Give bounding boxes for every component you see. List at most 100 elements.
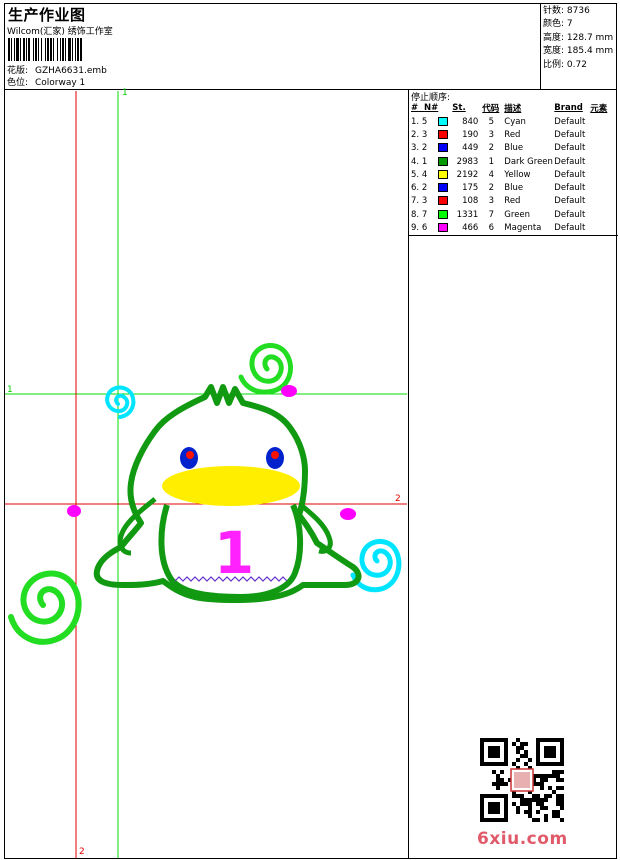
stats-box: 针数: 8736 颜色: 7 高度: 128.7 mm 宽度: 185.4 mm… [540, 3, 617, 89]
cell-element [590, 221, 618, 234]
color-swatch [438, 223, 449, 233]
color-swatch [438, 156, 449, 166]
table-row: 1. 5 840 5 Cyan Default [409, 115, 618, 128]
cell-code: 2 [488, 183, 494, 194]
cell-stitches: 1331 [456, 209, 479, 220]
cell-element [590, 155, 618, 168]
cell-stitches: 108 [462, 196, 479, 207]
cell-description: Red [504, 196, 521, 207]
swirl-cyan-top [105, 385, 136, 419]
swirl-cyan-right [350, 539, 402, 593]
cell-code: 7 [488, 209, 494, 220]
cell-brand: Default [554, 223, 586, 234]
cell-index: 1. 5 [411, 116, 428, 127]
stat-width: 宽度: 185.4 mm [543, 45, 617, 58]
stat-scale: 比例: 0.72 [543, 59, 617, 72]
color-swatch [438, 116, 449, 126]
color-swatch [438, 196, 449, 206]
col-header-element: 元素 [590, 104, 608, 114]
embroidery-preview: 1 [5, 91, 407, 858]
pupil-right [271, 451, 279, 459]
cell-index: 8. 7 [411, 209, 428, 220]
stat-label: 比例: [543, 59, 565, 70]
table-row: 6. 2 175 2 Blue Default [409, 181, 618, 194]
stat-value: 128.7 mm [566, 32, 614, 43]
color-swatch [438, 129, 449, 139]
colorway-value: Colorway 1 [35, 78, 86, 88]
page-title: 生产作业图 [8, 6, 86, 24]
cell-code: 4 [488, 169, 494, 180]
cell-swatch [438, 155, 452, 168]
cell-description: Blue [504, 143, 524, 154]
design-canvas: 1 1 1 2 2 [5, 88, 407, 858]
table-row: 9. 6 466 6 Magenta Default [409, 221, 618, 234]
stat-value: 7 [566, 19, 573, 30]
cell-code: 3 [488, 196, 494, 207]
cell-index: 7. 3 [411, 196, 428, 207]
table-row: 4. 1 2983 1 Dark Green Default [409, 155, 618, 168]
cell-index: 4. 1 [411, 156, 428, 167]
col-header-index: # N# [411, 103, 439, 113]
col-header-code: 代码 [482, 104, 500, 114]
color-swatch [438, 143, 449, 153]
cell-index: 2. 3 [411, 129, 428, 140]
cell-element [590, 208, 618, 221]
cell-brand: Default [554, 129, 586, 140]
cell-stitches: 175 [462, 183, 479, 194]
table-header-row: # N# St. 代码 描述 Brand 元素 [409, 101, 618, 115]
cell-swatch [438, 221, 452, 234]
cell-element [590, 168, 618, 181]
cell-description: Yellow [504, 169, 531, 180]
cell-brand: Default [554, 183, 586, 194]
cell-code: 2 [488, 143, 494, 154]
beak-yellow [162, 466, 300, 506]
cell-stitches: 2983 [456, 156, 479, 167]
cell-swatch [438, 115, 452, 128]
cell-description: Dark Green [504, 156, 553, 167]
swirl-green-left [8, 570, 82, 645]
cell-index: 6. 2 [411, 183, 428, 194]
cell-stitches: 449 [462, 143, 479, 154]
report-header: 生产作业图 Wilcom(汇家) 绣饰工作室 花版: GZHA6631.emb 色… [4, 3, 617, 90]
cell-brand: Default [554, 196, 586, 207]
dot-magenta-right [340, 508, 356, 520]
cell-code: 3 [488, 129, 494, 140]
cell-brand: Default [554, 156, 586, 167]
barcode [8, 38, 154, 61]
cell-index: 9. 6 [411, 223, 428, 234]
cell-description: Cyan [504, 116, 526, 127]
cell-description: Red [504, 129, 521, 140]
colorway-line: 色位: Colorway 1 [7, 75, 85, 88]
cell-code: 5 [488, 116, 494, 127]
pupil-left [186, 451, 194, 459]
stat-label: 针数: [543, 6, 565, 16]
cell-index: 5. 4 [411, 169, 428, 180]
qr-code-icon [480, 738, 564, 822]
table-row: 2. 3 190 3 Red Default [409, 128, 618, 141]
cell-element [590, 115, 618, 128]
cell-element [590, 195, 618, 208]
cell-swatch [438, 208, 452, 221]
cell-description: Green [504, 209, 531, 220]
guide-label-red-right: 2 [395, 494, 401, 504]
cell-stitches: 840 [462, 116, 479, 127]
cell-swatch [438, 128, 452, 141]
dot-magenta-left [67, 505, 81, 517]
stat-stitches: 针数: 8736 [543, 5, 617, 18]
stat-value: 0.72 [566, 59, 587, 70]
col-header-brand: Brand [554, 103, 583, 113]
guide-label-green-left: 1 [7, 385, 13, 395]
color-swatch [438, 209, 449, 219]
swirl-green-top [238, 343, 293, 395]
stat-label: 高度: [543, 32, 565, 43]
cell-brand: Default [554, 209, 586, 220]
guide-label-green-top: 1 [122, 88, 128, 98]
col-header-stitches: St. [452, 103, 466, 113]
table-row: 5. 4 2192 4 Yellow Default [409, 168, 618, 181]
guide-label-red-bottom: 2 [79, 847, 85, 857]
cell-swatch [438, 181, 452, 194]
cell-element [590, 142, 618, 155]
cell-stitches: 2192 [456, 169, 479, 180]
cell-element [590, 128, 618, 141]
cell-stitches: 466 [462, 223, 479, 234]
